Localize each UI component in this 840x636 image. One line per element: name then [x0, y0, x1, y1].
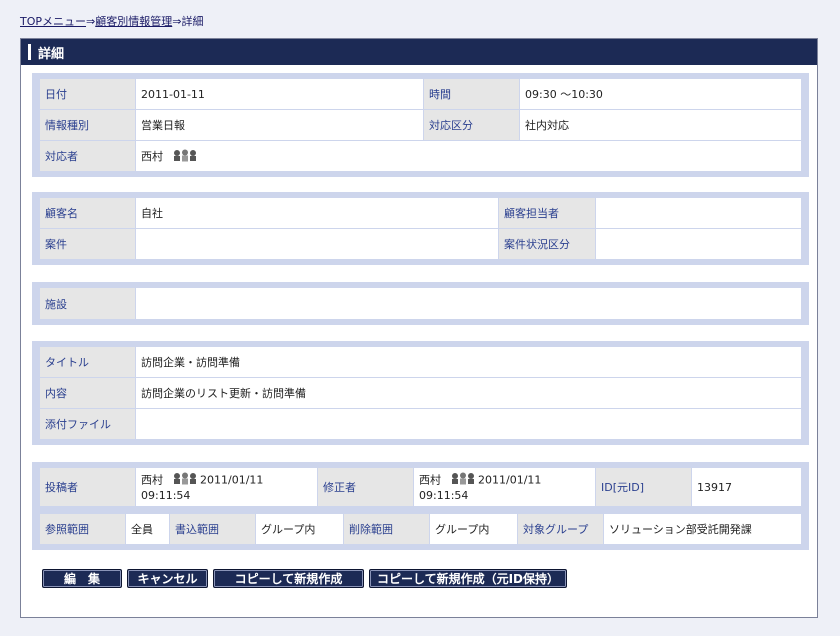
modifier-label: 修正者 — [317, 467, 414, 507]
case-status-value — [595, 228, 802, 260]
view-scope-value: 全員 — [125, 513, 170, 545]
table-row: 参照範囲 全員 書込範囲 グループ内 削除範囲 グループ内 対象グループ ソリュ… — [39, 513, 802, 545]
case-status-label: 案件状況区分 — [498, 228, 596, 260]
breadcrumb-separator: ⇒ — [86, 15, 96, 28]
attachment-label: 添付ファイル — [39, 408, 136, 440]
modifier-date: 2011/01/11 — [478, 473, 542, 486]
date-value: 2011-01-11 — [135, 78, 424, 110]
detail-panel: 詳細 日付 2011-01-11 時間 09:30 〜10:30 情報種別 営業… — [20, 38, 818, 618]
date-label: 日付 — [39, 78, 136, 110]
info-type-value: 営業日報 — [135, 109, 424, 141]
facility-label: 施設 — [39, 287, 136, 320]
poster-time: 09:11:54 — [141, 488, 191, 502]
poster-cell: 西村 2011/01/11 09:11:54 — [135, 467, 318, 507]
scope-table: 参照範囲 全員 書込範囲 グループ内 削除範囲 グループ内 対象グループ ソリュ… — [39, 513, 802, 545]
content-label: 内容 — [39, 377, 136, 409]
table-row: タイトル 訪問企業・訪問準備 — [39, 346, 802, 378]
modifier-time: 09:11:54 — [419, 488, 469, 502]
basic-info-table: 日付 2011-01-11 時間 09:30 〜10:30 情報種別 営業日報 … — [39, 78, 802, 172]
content-table: タイトル 訪問企業・訪問準備 内容 訪問企業のリスト更新・訪問準備 添付ファイル — [39, 346, 802, 440]
basic-info-section: 日付 2011-01-11 時間 09:30 〜10:30 情報種別 営業日報 … — [32, 73, 809, 177]
response-type-value: 社内対応 — [519, 109, 802, 141]
breadcrumb-top-menu-link[interactable]: TOPメニュー — [20, 15, 86, 28]
table-row: 案件 案件状況区分 — [39, 228, 802, 260]
content-section: タイトル 訪問企業・訪問準備 内容 訪問企業のリスト更新・訪問準備 添付ファイル — [32, 341, 809, 445]
user-group-icon[interactable] — [173, 472, 197, 489]
table-row: 内容 訪問企業のリスト更新・訪問準備 — [39, 377, 802, 409]
breadcrumb: TOPメニュー⇒顧客別情報管理⇒詳細 — [20, 13, 203, 29]
responder-cell: 西村 — [135, 140, 802, 172]
table-row: 施設 — [39, 287, 802, 320]
customer-rep-value — [595, 197, 802, 229]
target-group-label: 対象グループ — [517, 513, 604, 545]
content-value: 訪問企業のリスト更新・訪問準備 — [135, 377, 802, 409]
write-scope-label: 書込範囲 — [169, 513, 256, 545]
poster-date: 2011/01/11 — [200, 473, 264, 486]
header-accent-bar — [28, 44, 31, 60]
responder-label: 対応者 — [39, 140, 136, 172]
modifier-cell: 西村 2011/01/11 09:11:54 — [413, 467, 596, 507]
id-label: ID[元ID] — [595, 467, 692, 507]
case-value — [135, 228, 499, 260]
time-label: 時間 — [423, 78, 520, 110]
edit-button[interactable]: 編 集 — [42, 569, 122, 588]
panel-title: 詳細 — [38, 46, 65, 62]
facility-value — [135, 287, 802, 320]
facility-table: 施設 — [39, 287, 802, 320]
table-row: 投稿者 西村 2011/01/11 09:11:54 修正者 西村 2011/0… — [39, 467, 802, 507]
response-type-label: 対応区分 — [423, 109, 520, 141]
meta-section: 投稿者 西村 2011/01/11 09:11:54 修正者 西村 2011/0… — [32, 462, 809, 550]
poster-label: 投稿者 — [39, 467, 136, 507]
customer-section: 顧客名 自社 顧客担当者 案件 案件状況区分 — [32, 192, 809, 265]
cancel-button[interactable]: キャンセル — [127, 569, 208, 588]
poster-name: 西村 — [141, 473, 163, 486]
info-type-label: 情報種別 — [39, 109, 136, 141]
user-group-icon[interactable] — [173, 149, 197, 165]
facility-section: 施設 — [32, 282, 809, 325]
copy-new-button[interactable]: コピーして新規作成 — [213, 569, 364, 588]
table-row: 顧客名 自社 顧客担当者 — [39, 197, 802, 229]
delete-scope-label: 削除範囲 — [343, 513, 430, 545]
user-group-icon[interactable] — [451, 472, 475, 489]
copy-new-keep-id-button[interactable]: コピーして新規作成（元ID保持） — [369, 569, 567, 588]
table-row: 情報種別 営業日報 対応区分 社内対応 — [39, 109, 802, 141]
modifier-name: 西村 — [419, 473, 441, 486]
table-row: 対応者 西村 — [39, 140, 802, 172]
customer-value: 自社 — [135, 197, 499, 229]
table-row: 添付ファイル — [39, 408, 802, 440]
customer-table: 顧客名 自社 顧客担当者 案件 案件状況区分 — [39, 197, 802, 260]
customer-rep-label: 顧客担当者 — [498, 197, 596, 229]
table-row: 日付 2011-01-11 時間 09:30 〜10:30 — [39, 78, 802, 110]
id-value: 13917 — [691, 467, 802, 507]
panel-header: 詳細 — [21, 39, 817, 65]
breadcrumb-customer-info-link[interactable]: 顧客別情報管理 — [95, 15, 172, 28]
breadcrumb-current: 詳細 — [181, 15, 204, 28]
delete-scope-value: グループ内 — [429, 513, 518, 545]
title-label: タイトル — [39, 346, 136, 378]
time-value: 09:30 〜10:30 — [519, 78, 802, 110]
attachment-value — [135, 408, 802, 440]
title-value: 訪問企業・訪問準備 — [135, 346, 802, 378]
customer-label: 顧客名 — [39, 197, 136, 229]
write-scope-value: グループ内 — [255, 513, 344, 545]
post-info-table: 投稿者 西村 2011/01/11 09:11:54 修正者 西村 2011/0… — [39, 467, 802, 507]
view-scope-label: 参照範囲 — [39, 513, 126, 545]
responder-name: 西村 — [141, 149, 163, 163]
target-group-value: ソリューション部受託開発課 — [603, 513, 802, 545]
action-buttons: 編 集 キャンセル コピーして新規作成 コピーして新規作成（元ID保持） — [42, 569, 567, 588]
case-label: 案件 — [39, 228, 136, 260]
